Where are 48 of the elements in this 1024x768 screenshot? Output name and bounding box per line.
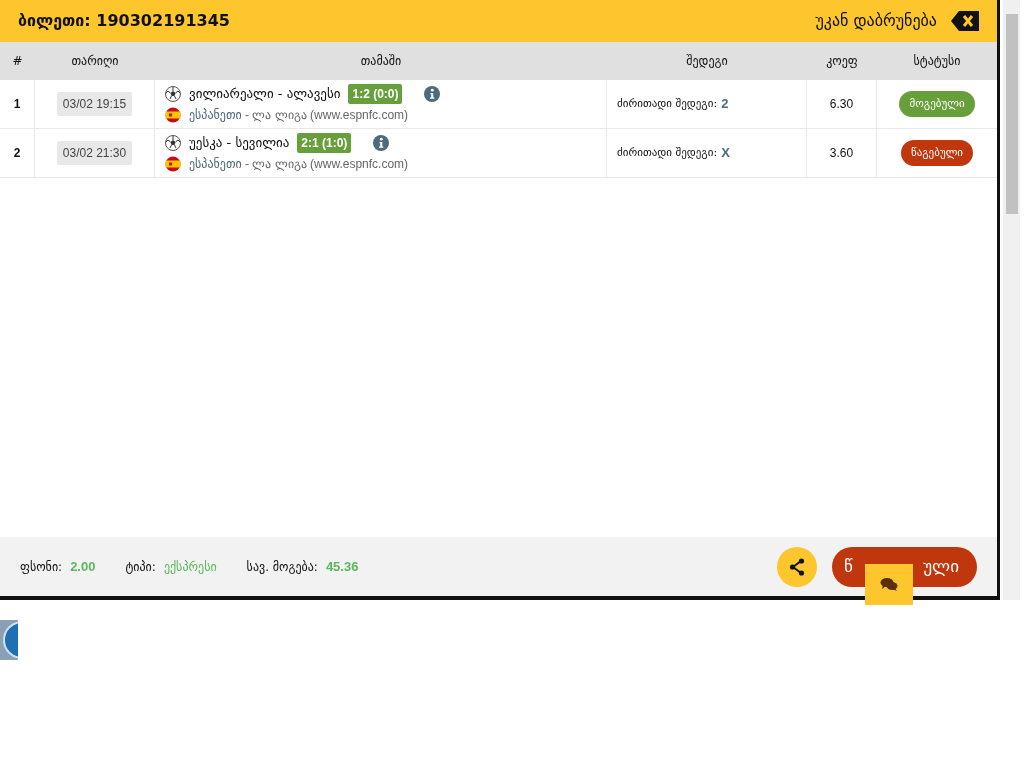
odds-value: 6.30 bbox=[829, 96, 854, 113]
stake-label: ფსონი: bbox=[20, 558, 63, 576]
share-icon bbox=[788, 557, 806, 576]
row-number: 2 bbox=[13, 145, 21, 162]
ticket-title: ბილეთი: 190302191345 bbox=[18, 10, 230, 32]
soccer-ball-icon bbox=[165, 135, 181, 151]
odds-value: 3.60 bbox=[829, 145, 854, 162]
date-chip: 03/02 19:15 bbox=[56, 92, 133, 116]
start-orb-icon[interactable] bbox=[0, 620, 18, 660]
soccer-ball-icon bbox=[165, 86, 181, 102]
column-header: სტატუსი bbox=[912, 53, 962, 70]
date-chip: 03/02 21:30 bbox=[56, 141, 133, 165]
info-icon[interactable] bbox=[424, 86, 441, 102]
chat-tab[interactable] bbox=[865, 564, 913, 605]
row-number: 1 bbox=[13, 96, 21, 113]
scrollbar-thumb[interactable] bbox=[1005, 14, 1018, 214]
payout-value: 45.36 bbox=[325, 557, 359, 576]
result-value: X bbox=[721, 144, 730, 163]
result-value: 2 bbox=[721, 95, 729, 114]
match-name[interactable]: ვილიარეალი - ალავესი bbox=[189, 84, 341, 104]
column-header: კოეფ bbox=[825, 53, 859, 70]
chat-bubbles-icon bbox=[880, 577, 898, 592]
stake-value: 2.00 bbox=[70, 557, 96, 576]
status-pill: მოგებული bbox=[899, 90, 975, 118]
status-pill: წაგებული bbox=[900, 139, 974, 167]
result-label: ძირითადი შედეგი: bbox=[617, 144, 718, 161]
match-name[interactable]: უესკა - სევილია bbox=[189, 133, 290, 153]
result-label: ძირითადი შედეგი: bbox=[617, 95, 718, 112]
backspace-close-icon[interactable] bbox=[951, 11, 979, 31]
type-label: ტიპი: bbox=[125, 558, 156, 576]
country-link[interactable]: ესპანეთი bbox=[189, 108, 242, 122]
column-header: # bbox=[11, 53, 24, 70]
column-header: თამაში bbox=[359, 53, 403, 70]
score-badge: 1:2 (0:0) bbox=[348, 84, 403, 104]
score-badge: 2:1 (1:0) bbox=[297, 133, 352, 153]
payout-label: სავ. მოგება: bbox=[246, 558, 318, 576]
league-text: - ლა ლიგა (www.espnfc.com) bbox=[245, 157, 409, 171]
country-link[interactable]: ესპანეთი bbox=[189, 157, 242, 171]
info-icon[interactable] bbox=[373, 135, 390, 151]
type-value: ექსპრესი bbox=[163, 558, 217, 576]
flag-icon bbox=[165, 107, 181, 123]
column-header: შედეგი bbox=[685, 53, 729, 70]
flag-icon bbox=[165, 156, 181, 172]
scrollbar[interactable] bbox=[1003, 0, 1020, 600]
share-button[interactable] bbox=[777, 546, 817, 587]
league-text: - ლა ლიგა (www.espnfc.com) bbox=[245, 108, 409, 122]
column-header: თარიღი bbox=[70, 53, 120, 70]
back-link[interactable]: უკან დაბრუნება bbox=[815, 9, 937, 33]
